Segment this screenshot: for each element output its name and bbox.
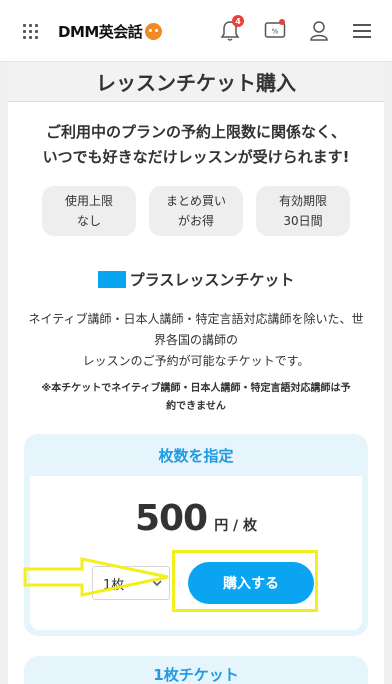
one-ticket-panel: 1枚チケット (24, 656, 368, 684)
lead-text: ご利用中のプランの予約上限数に関係なく、 いつでも好きなだけレッスンが受けられま… (8, 120, 384, 170)
feature-label: 使用上限 (64, 194, 113, 208)
arrow-annotation-icon (23, 557, 169, 597)
purchase-panel-heading: 枚数を指定 (158, 446, 234, 465)
feature-badge: まとめ買い がお得 (149, 186, 243, 236)
feature-badge: 使用上限 なし (42, 186, 136, 236)
note-line: 約できません (166, 401, 226, 412)
lead-line-1: ご利用中のプランの予約上限数に関係なく、 (45, 123, 346, 141)
ticket-title-text: プラスレッスンチケット (129, 271, 295, 289)
feature-label: なし (76, 214, 101, 228)
feature-badge: 有効期限 30日間 (256, 186, 350, 236)
ticket-note: ※本チケットでネイティブ講師・日本人講師・特定言語対応講師は予 約できません (20, 380, 372, 416)
logo[interactable]: DMM英会話 (58, 21, 163, 42)
note-line: ※本チケットでネイティブ講師・日本人講師・特定言語対応講師は予 (41, 383, 351, 394)
ticket-icon-text: % (272, 28, 279, 36)
hamburger-menu-icon[interactable] (353, 20, 371, 40)
top-header: DMM英会話 4 % (0, 0, 392, 62)
description-line: ネイティブ講師・日本人講師・特定言語対応講師を除いた、世 (28, 312, 364, 326)
feature-label: 30日間 (283, 214, 323, 228)
page-title: レッスンチケット購入 (8, 62, 384, 102)
lead-line-2: いつでも好きなだけレッスンが受けられます! (42, 148, 350, 166)
price-unit: 円 / 枚 (214, 518, 258, 534)
feature-label: がお得 (177, 214, 214, 228)
app-grid-icon[interactable] (23, 24, 38, 39)
feature-label: 有効期限 (278, 194, 327, 208)
description-line: 界各国の講師の (153, 333, 238, 347)
price-display: 500 円 / 枚 (30, 498, 362, 539)
price-value: 500 (134, 498, 208, 539)
ticket-notification-dot (279, 19, 285, 25)
feature-list: 使用上限 なし まとめ買い がお得 有効期限 30日間 (42, 186, 350, 236)
logo-text: DMM英会話 (58, 23, 143, 41)
description-line: レッスンのご予約が可能なチケットです。 (82, 354, 310, 368)
one-ticket-heading: 1枚チケット (153, 666, 239, 684)
user-icon[interactable] (309, 20, 329, 42)
cat-mascot-icon (145, 23, 163, 40)
feature-label: まとめ買い (165, 194, 226, 208)
ticket-image (97, 271, 126, 288)
ticket-description: ネイティブ講師・日本人講師・特定言語対応講師を除いた、世 界各国の講師の レッス… (20, 309, 372, 372)
notification-badge: 4 (232, 15, 244, 27)
highlight-box (172, 550, 318, 612)
ticket-title: プラスレッスンチケット (8, 269, 384, 290)
